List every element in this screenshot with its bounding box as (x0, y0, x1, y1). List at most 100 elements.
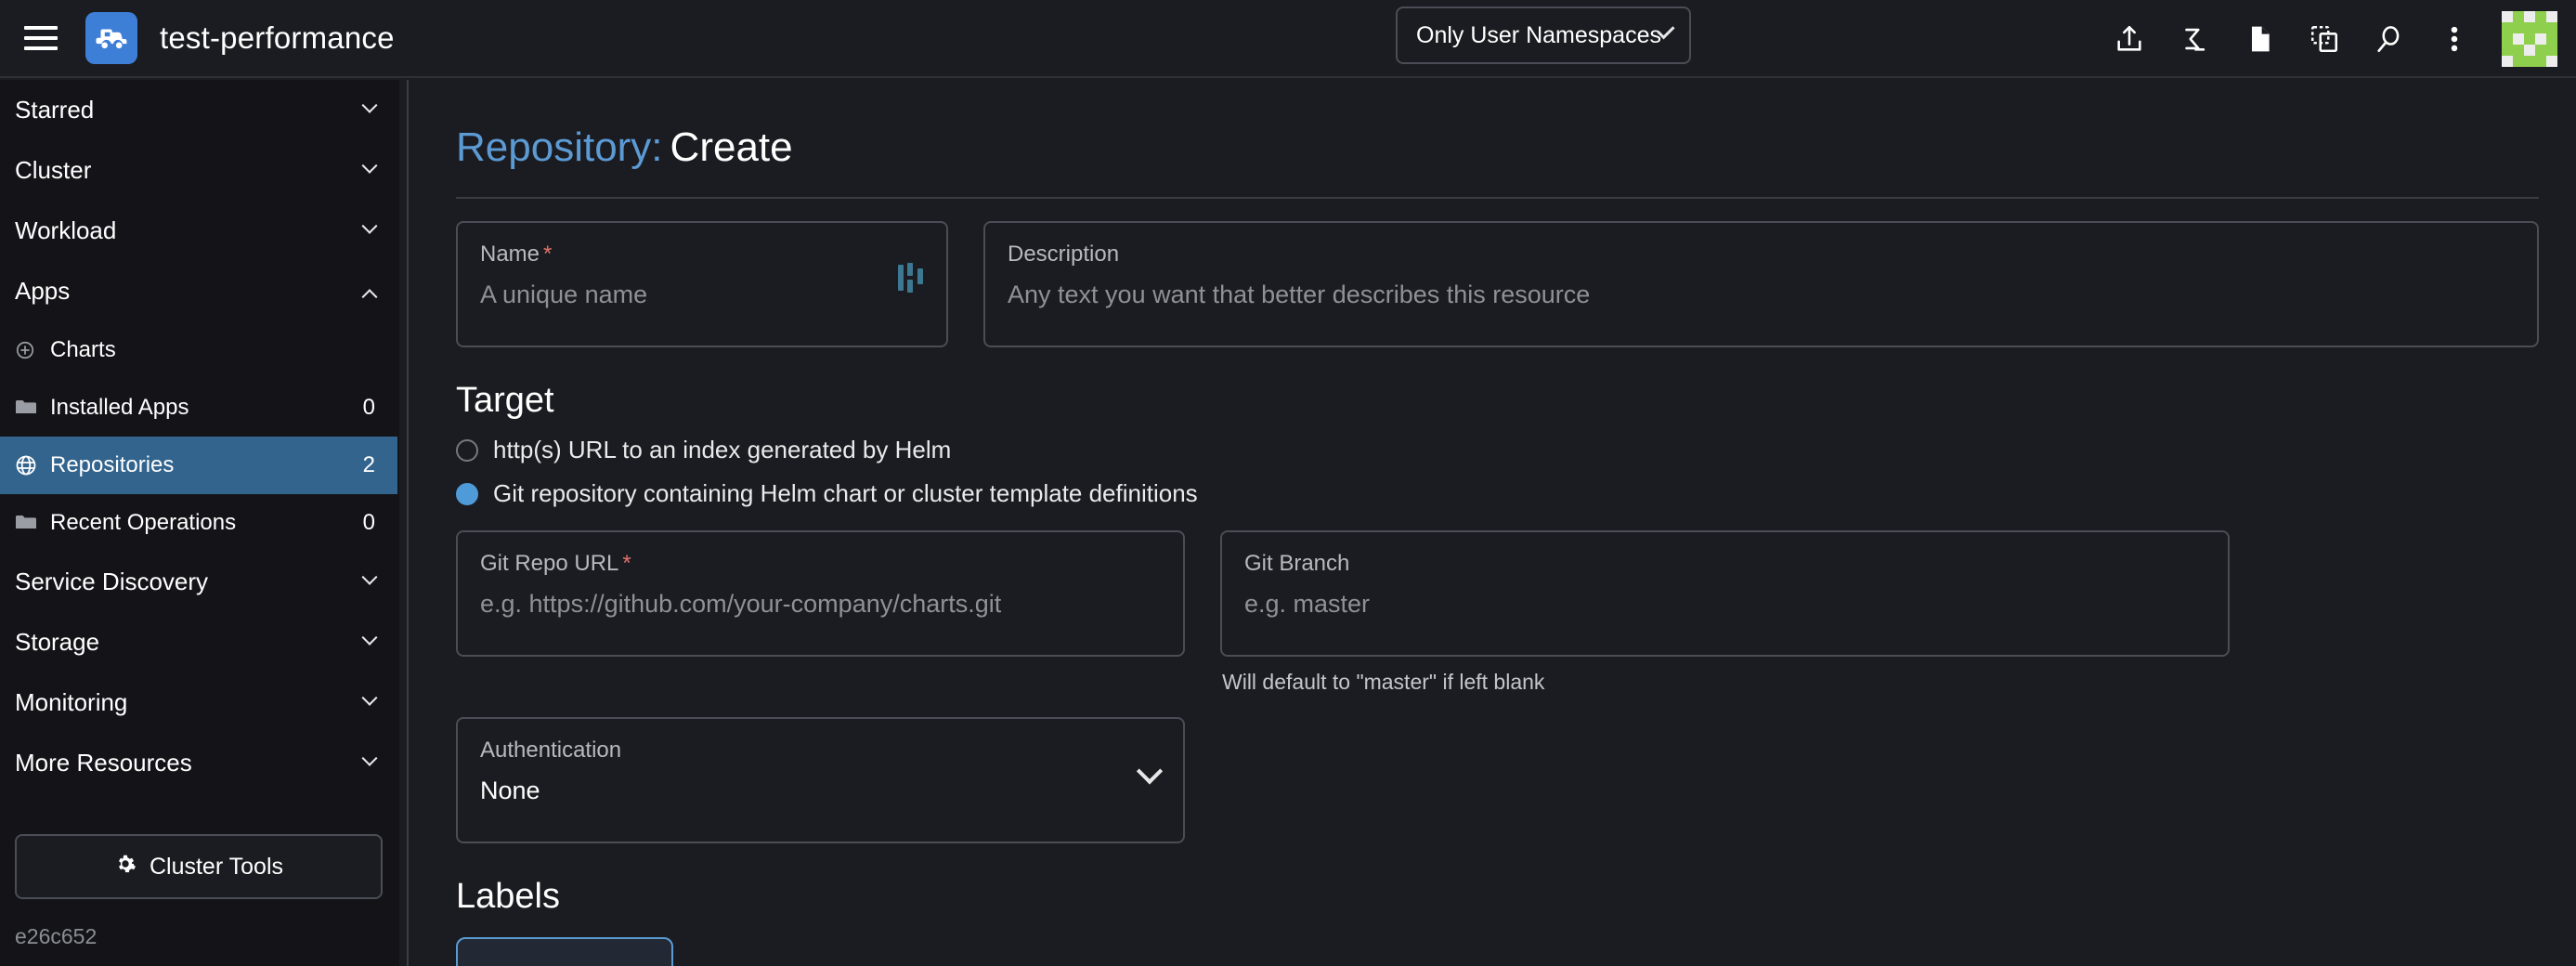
sidebar-item-count: 0 (362, 395, 375, 420)
git-branch-input[interactable]: e.g. master (1244, 590, 2205, 619)
git-branch-column: Git Branch e.g. master Will default to "… (1220, 530, 2230, 695)
target-option-http[interactable]: http(s) URL to an index generated by Hel… (456, 436, 2539, 464)
git-branch-helper-text: Will default to "master" if left blank (1222, 670, 1545, 694)
authentication-row: Authentication None (456, 717, 2539, 843)
description-field[interactable]: Description Any text you want that bette… (983, 221, 2539, 347)
user-avatar[interactable] (2502, 11, 2557, 67)
title-divider (456, 197, 2539, 199)
sidebar: Starred Cluster Workload Apps Charts Ins… (0, 80, 409, 966)
git-repo-url-input[interactable]: e.g. https://github.com/your-company/cha… (480, 590, 1161, 619)
authentication-dropdown[interactable]: Authentication None (456, 717, 1185, 843)
sidebar-item-count: 2 (362, 452, 375, 477)
hamburger-icon[interactable] (24, 26, 58, 50)
copy-kubeconfig-icon (2310, 25, 2338, 53)
docs-button[interactable] (2227, 7, 2292, 72)
sidebar-item-repositories[interactable]: Repositories 2 (0, 437, 397, 494)
target-section-title: Target (456, 381, 554, 420)
sidebar-group-starred[interactable]: Starred (0, 80, 397, 140)
page-title: Repository: Create (456, 124, 2539, 171)
sidebar-group-workload[interactable]: Workload (0, 201, 397, 261)
sidebar-group-more-resources[interactable]: More Resources (0, 733, 397, 793)
git-branch-field[interactable]: Git Branch e.g. master (1220, 530, 2230, 657)
target-option-label: http(s) URL to an index generated by Hel… (493, 436, 952, 463)
sidebar-group-storage[interactable]: Storage (0, 612, 397, 672)
chevron-down-icon (361, 629, 378, 646)
namespace-filter-value: Only User Namespaces (1416, 21, 1661, 48)
required-marker: * (622, 551, 631, 576)
sidebar-group-label: Monitoring (15, 688, 128, 716)
kubectl-shell-icon (2185, 28, 2205, 51)
kebab-menu-icon (2451, 26, 2458, 52)
description-input[interactable]: Any text you want that better describes … (1008, 281, 2515, 309)
name-description-row: Name * A unique name Description Any text… (456, 221, 2539, 347)
docs-page-icon (2252, 26, 2270, 52)
chevron-down-icon (361, 689, 378, 706)
required-marker: * (543, 242, 553, 267)
main-content: Repository: Create Name * A unique name De… (410, 80, 2576, 966)
sidebar-group-monitoring[interactable]: Monitoring (0, 672, 397, 733)
rancher-logo-icon[interactable] (85, 12, 137, 64)
page-title-resource: Repository: (456, 124, 663, 170)
globe-icon (15, 454, 46, 476)
cluster-tools-button[interactable]: Cluster Tools (15, 834, 383, 899)
sidebar-group-label: Service Discovery (15, 568, 209, 595)
sidebar-group-label: Starred (15, 96, 95, 124)
git-repo-url-label: Git Repo URL * (480, 551, 631, 576)
gear-icon (114, 853, 137, 881)
copy-kubeconfig-button[interactable] (2292, 7, 2357, 72)
labels-section-title: Labels (456, 877, 560, 916)
topbar-actions (2097, 0, 2576, 78)
target-option-git[interactable]: Git repository containing Helm chart or … (456, 479, 2539, 508)
sidebar-item-label: Repositories (50, 452, 175, 477)
sidebar-group-apps[interactable]: Apps (0, 261, 397, 321)
sidebar-item-installed-apps[interactable]: Installed Apps 0 (0, 379, 397, 437)
chevron-down-icon (361, 217, 378, 234)
chart-target-icon (15, 340, 46, 360)
git-repo-url-field[interactable]: Git Repo URL * e.g. https://github.com/yo… (456, 530, 1185, 657)
chevron-down-icon (361, 157, 378, 174)
sidebar-group-label: Cluster (15, 156, 92, 184)
avatar-identicon-icon (2502, 11, 2557, 67)
top-bar: test-performance Only User Namespaces (0, 0, 2576, 78)
sidebar-group-label: Workload (15, 216, 117, 244)
chevron-down-icon (1136, 758, 1164, 790)
sidebar-group-label: Apps (15, 277, 71, 305)
sidebar-item-label: Installed Apps (50, 395, 189, 420)
description-field-label: Description (1008, 242, 1120, 267)
folder-icon (15, 514, 46, 532)
generate-name-icon[interactable] (896, 262, 926, 294)
kubectl-shell-button[interactable] (2162, 7, 2227, 72)
import-yaml-icon (2117, 25, 2141, 51)
namespace-filter-dropdown[interactable]: Only User Namespaces (1396, 7, 1691, 64)
radio-selected-icon (456, 482, 478, 505)
sidebar-item-recent-operations[interactable]: Recent Operations 0 (0, 494, 397, 552)
import-yaml-button[interactable] (2097, 7, 2162, 72)
git-fields-row: Git Repo URL * e.g. https://github.com/yo… (456, 530, 2539, 695)
chevron-up-icon (361, 288, 378, 305)
add-label-card[interactable] (456, 937, 673, 966)
more-menu-button[interactable] (2422, 7, 2487, 72)
git-branch-label: Git Branch (1244, 551, 1350, 576)
sidebar-group-cluster[interactable]: Cluster (0, 140, 397, 201)
chevron-down-icon (361, 568, 378, 585)
target-option-label: Git repository containing Helm chart or … (493, 479, 1198, 507)
sidebar-scrollbar[interactable] (399, 80, 407, 966)
name-input[interactable]: A unique name (480, 281, 924, 309)
sidebar-item-charts[interactable]: Charts (0, 321, 397, 379)
radio-unselected-icon (456, 438, 478, 462)
page-title-action: Create (670, 124, 793, 170)
cluster-tools-label: Cluster Tools (149, 853, 284, 880)
cluster-tools-container: Cluster Tools (15, 834, 383, 899)
sidebar-item-label: Charts (50, 337, 116, 362)
chevron-down-icon (361, 97, 378, 113)
name-field[interactable]: Name * A unique name (456, 221, 948, 347)
name-field-label: Name * (480, 242, 553, 267)
search-icon (2377, 26, 2400, 53)
sidebar-item-label: Recent Operations (50, 510, 237, 535)
authentication-label: Authentication (480, 738, 622, 763)
sidebar-group-label: Storage (15, 628, 100, 656)
sidebar-group-label: More Resources (15, 749, 192, 777)
folder-icon (15, 398, 46, 417)
search-button[interactable] (2357, 7, 2422, 72)
sidebar-group-service-discovery[interactable]: Service Discovery (0, 552, 397, 612)
